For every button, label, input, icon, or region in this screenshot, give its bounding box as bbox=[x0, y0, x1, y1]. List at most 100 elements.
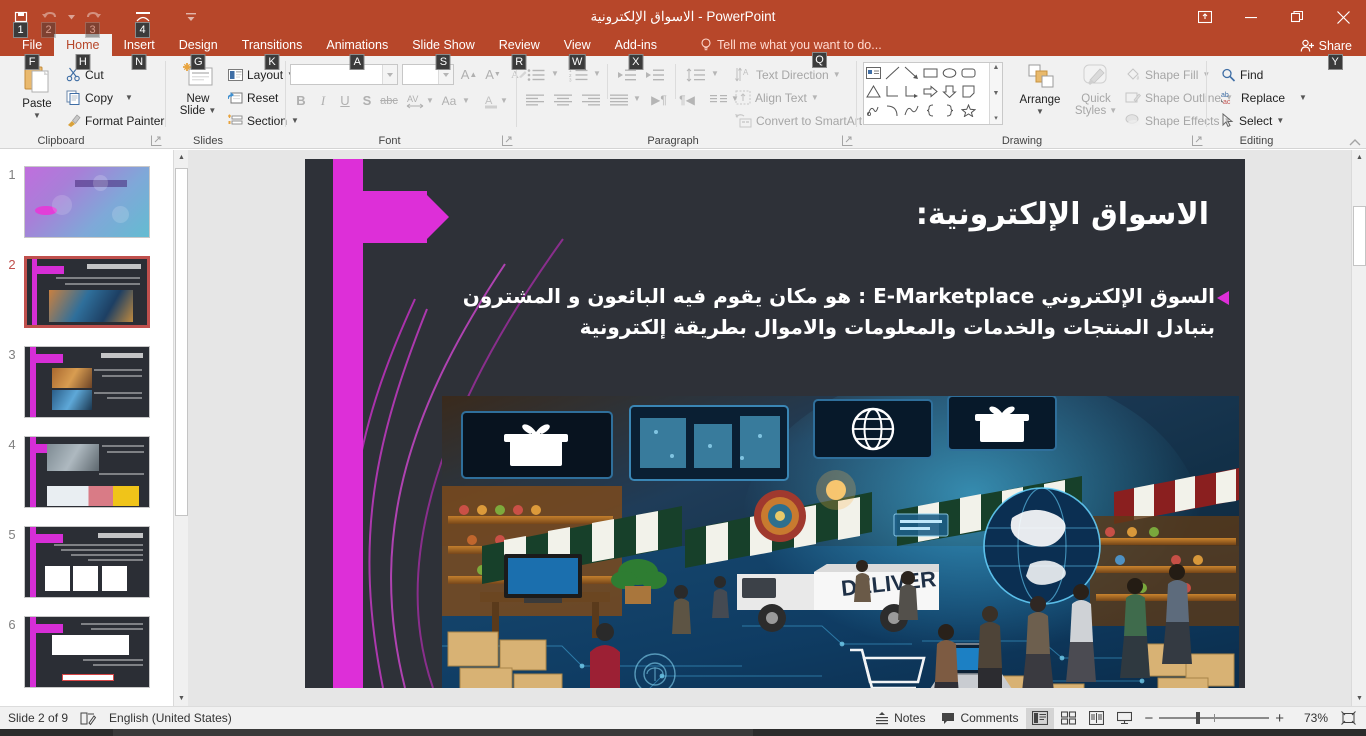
rounded-rectangle-shape[interactable] bbox=[959, 63, 978, 82]
justify-dropdown-icon[interactable]: ▼ bbox=[633, 95, 641, 103]
select-dropdown-icon[interactable]: ▼ bbox=[1276, 116, 1284, 125]
tab-view[interactable]: View W bbox=[552, 34, 603, 70]
thumbnail-scroll-up-button[interactable]: ▲ bbox=[174, 150, 188, 165]
slide-image[interactable]: DELIVER bbox=[442, 396, 1239, 688]
new-slide-dropdown-icon[interactable]: ▼ bbox=[208, 107, 216, 115]
font-name-box[interactable] bbox=[290, 64, 398, 85]
thumbnail-frame-1[interactable] bbox=[24, 166, 150, 238]
change-case-button[interactable]: Aa bbox=[438, 90, 460, 111]
thumbnail-slide-3[interactable]: 3 bbox=[0, 346, 170, 418]
minimize-button[interactable] bbox=[1228, 0, 1274, 34]
thumbnail-scrollbar-thumb[interactable] bbox=[175, 168, 188, 516]
zoom-in-button[interactable]: + bbox=[1275, 710, 1284, 727]
left-brace-shape[interactable] bbox=[921, 101, 940, 120]
paste-dropdown-icon[interactable]: ▼ bbox=[33, 112, 41, 120]
notes-button[interactable]: Notes bbox=[867, 707, 933, 730]
shapes-gallery-scrollbar[interactable]: ▲ ▼ ▾ bbox=[989, 63, 1002, 124]
thumbnail-scroll-down-button[interactable]: ▼ bbox=[174, 691, 188, 706]
italic-button[interactable]: I bbox=[312, 90, 334, 111]
tell-me-search[interactable]: Tell me what you want to do... Q bbox=[700, 34, 882, 68]
undo-dropdown-icon[interactable] bbox=[64, 4, 78, 30]
decrease-font-size-button[interactable]: A ▼ bbox=[482, 64, 504, 85]
tab-slide-show[interactable]: Slide Show S bbox=[400, 34, 487, 70]
windows-taskbar[interactable] bbox=[0, 729, 1366, 736]
right-arrow-shape[interactable] bbox=[921, 82, 940, 101]
view-slide-show-button[interactable] bbox=[1110, 708, 1138, 729]
shapes-more-icon[interactable]: ▾ bbox=[994, 114, 998, 124]
quick-styles-dropdown-icon[interactable]: ▼ bbox=[1109, 107, 1117, 115]
arrange-button[interactable]: Arrange ▼ bbox=[1012, 62, 1068, 116]
zoom-out-button[interactable]: − bbox=[1144, 710, 1153, 727]
thumbnail-pane-scrollbar[interactable]: ▲ ▼ bbox=[173, 150, 188, 706]
line-spacing-button[interactable] bbox=[683, 64, 709, 85]
view-slide-sorter-button[interactable] bbox=[1054, 708, 1082, 729]
increase-indent-button[interactable] bbox=[643, 64, 667, 85]
character-spacing-button[interactable]: AV bbox=[404, 90, 426, 111]
replace-dropdown-icon[interactable]: ▼ bbox=[1299, 93, 1307, 102]
strikethrough-button[interactable]: abc bbox=[378, 90, 400, 111]
quick-styles-button[interactable]: Quick Styles ▼ bbox=[1069, 62, 1123, 117]
columns-dropdown-icon[interactable]: ▼ bbox=[731, 95, 739, 103]
numbering-dropdown-icon[interactable]: ▼ bbox=[593, 70, 601, 78]
slide-title[interactable]: الاسواق الإلكترونية: bbox=[409, 197, 1209, 232]
tab-transitions[interactable]: Transitions K bbox=[230, 34, 315, 70]
reset-button[interactable]: Reset bbox=[228, 87, 278, 108]
slide-indicator[interactable]: Slide 2 of 9 bbox=[8, 711, 68, 725]
thumbnail-slide-1[interactable]: 1 bbox=[0, 166, 170, 238]
thumbnail-frame-6[interactable] bbox=[24, 616, 150, 688]
thumbnail-frame-3[interactable] bbox=[24, 346, 150, 418]
oval-shape[interactable] bbox=[940, 63, 959, 82]
comments-button[interactable]: Comments bbox=[933, 707, 1026, 730]
scribble-shape[interactable] bbox=[864, 101, 883, 120]
arc-shape[interactable] bbox=[883, 101, 902, 120]
underline-button[interactable]: U bbox=[334, 90, 356, 111]
select-button[interactable]: Select ▼ bbox=[1221, 110, 1284, 131]
paste-button[interactable]: Paste ▼ bbox=[10, 62, 64, 120]
font-color-dropdown-icon[interactable]: ▼ bbox=[500, 97, 508, 105]
slide-scroll-down-button[interactable]: ▼ bbox=[1352, 691, 1366, 706]
slide-body-text[interactable]: السوق الإلكتروني E-Marketplace : هو مكان… bbox=[455, 281, 1215, 343]
language-indicator[interactable]: English (United States) bbox=[109, 711, 232, 725]
copy-dropdown-icon[interactable]: ▼ bbox=[125, 93, 133, 102]
font-name-dropdown-icon[interactable] bbox=[382, 65, 397, 84]
rectangle-shape[interactable] bbox=[921, 63, 940, 82]
shapes-scroll-down-icon[interactable]: ▼ bbox=[993, 89, 1000, 99]
format-painter-button[interactable]: Format Painter bbox=[66, 110, 164, 131]
align-text-dropdown-icon[interactable]: ▼ bbox=[811, 93, 819, 102]
thumbnail-frame-2[interactable] bbox=[24, 256, 150, 328]
undo-button[interactable]: 2 bbox=[36, 4, 62, 38]
folded-corner-shape[interactable] bbox=[959, 82, 978, 101]
zoom-slider[interactable] bbox=[1159, 712, 1270, 724]
find-button[interactable]: Find bbox=[1221, 64, 1263, 85]
arrange-dropdown-icon[interactable]: ▼ bbox=[1036, 108, 1044, 116]
align-left-button[interactable] bbox=[523, 89, 547, 110]
convert-to-smartart-button[interactable]: Convert to SmartArt ▼ bbox=[735, 110, 874, 131]
view-reading-button[interactable] bbox=[1082, 708, 1110, 729]
align-right-button[interactable] bbox=[579, 89, 603, 110]
share-button[interactable]: Share Y bbox=[1294, 36, 1358, 70]
shapes-gallery[interactable]: ▲ ▼ ▾ bbox=[863, 62, 1003, 125]
change-case-dropdown-icon[interactable]: ▼ bbox=[462, 97, 470, 105]
zoom-percentage[interactable]: 73% bbox=[1290, 711, 1328, 725]
elbow-arrow-connector-shape[interactable] bbox=[902, 82, 921, 101]
align-text-button[interactable]: Align Text ▼ bbox=[735, 87, 819, 108]
spell-check-icon[interactable] bbox=[80, 711, 97, 726]
textbox-shape[interactable] bbox=[864, 63, 883, 82]
ribbon-display-options-button[interactable] bbox=[1182, 0, 1228, 34]
bold-button[interactable]: B bbox=[290, 90, 312, 111]
zoom-slider-handle[interactable] bbox=[1195, 712, 1200, 724]
triangle-shape[interactable] bbox=[864, 82, 883, 101]
tab-review[interactable]: Review R bbox=[487, 34, 552, 70]
arrow-shape[interactable] bbox=[902, 63, 921, 82]
close-button[interactable] bbox=[1320, 0, 1366, 34]
tab-home[interactable]: Home H bbox=[54, 34, 112, 70]
elbow-connector-shape[interactable] bbox=[883, 82, 902, 101]
bullets-dropdown-icon[interactable]: ▼ bbox=[551, 70, 559, 78]
font-color-button[interactable]: A bbox=[480, 90, 502, 111]
thumbnail-slide-6[interactable]: 6 bbox=[0, 616, 170, 688]
down-arrow-shape[interactable] bbox=[940, 82, 959, 101]
taskbar-app-strip[interactable] bbox=[113, 729, 753, 736]
slide-scrollbar-thumb[interactable] bbox=[1353, 206, 1366, 266]
view-normal-button[interactable] bbox=[1026, 707, 1055, 729]
current-slide[interactable]: الاسواق الإلكترونية: السوق الإلكتروني E-… bbox=[305, 159, 1245, 688]
